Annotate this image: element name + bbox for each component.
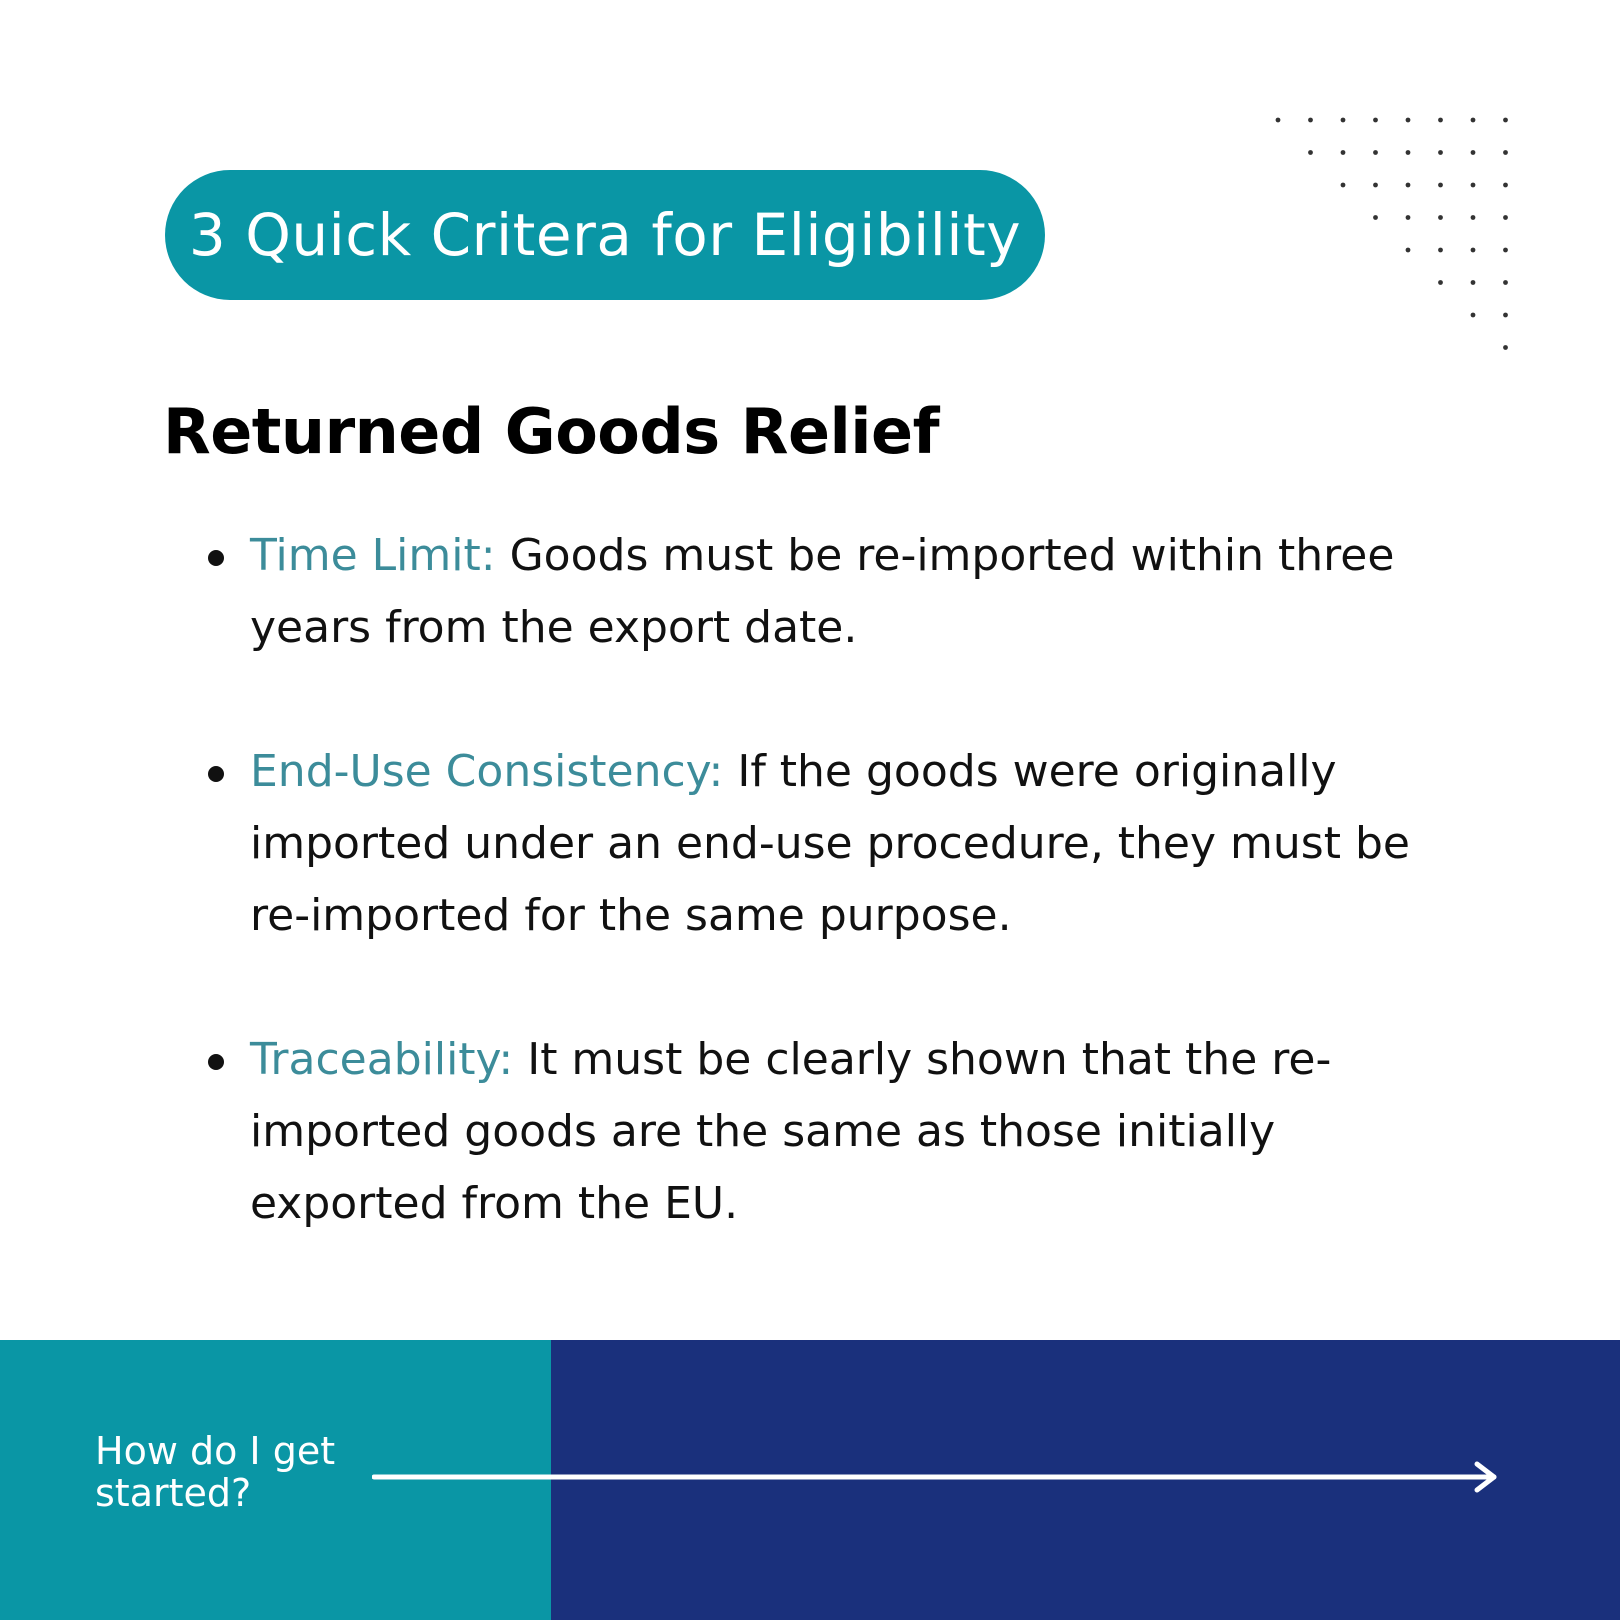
dot (1503, 312, 1508, 318)
dot (1340, 117, 1346, 123)
criteria-term: Traceability: (250, 1034, 514, 1085)
criteria-term: Time Limit: (250, 530, 496, 581)
dot (1503, 150, 1508, 155)
dot (1470, 182, 1476, 188)
criteria-item-traceability: Traceability: It must be clearly shown t… (208, 1024, 1410, 1240)
dot (1308, 117, 1313, 123)
dot (1503, 117, 1508, 123)
dot (1308, 150, 1313, 155)
cta-text[interactable]: How do I get started? (95, 1430, 355, 1514)
criteria-list: Time Limit: Goods must be re-imported wi… (208, 520, 1410, 1312)
dot (1470, 280, 1476, 285)
dot (1438, 247, 1443, 253)
dot (1438, 182, 1443, 188)
dot (1438, 150, 1443, 155)
dot (1373, 150, 1378, 155)
dot (1470, 312, 1476, 318)
dot-grid-icon (1275, 117, 1508, 350)
arrow-right-icon[interactable] (372, 1460, 1502, 1500)
dot (1470, 117, 1476, 123)
dot (1438, 215, 1443, 220)
dot (1470, 150, 1476, 155)
section-title: Returned Goods Relief (163, 395, 940, 468)
bullet-icon (208, 1054, 224, 1070)
dot (1503, 345, 1508, 350)
bullet-icon (208, 766, 224, 782)
criteria-item-time-limit: Time Limit: Goods must be re-imported wi… (208, 520, 1410, 664)
dot (1503, 215, 1508, 220)
dot (1503, 280, 1508, 285)
dot (1438, 117, 1443, 123)
dot (1275, 117, 1281, 123)
dot (1373, 182, 1378, 188)
title-badge-text: 3 Quick Critera for Eligibility (188, 201, 1022, 269)
dot (1503, 182, 1508, 188)
dot (1405, 247, 1411, 253)
dot (1438, 280, 1443, 285)
title-badge: 3 Quick Critera for Eligibility (165, 170, 1045, 300)
slide: 3 Quick Critera for Eligibility Returned… (0, 0, 1620, 1620)
dot (1405, 182, 1411, 188)
criteria-item-end-use: End-Use Consistency: If the goods were o… (208, 736, 1410, 952)
dot (1503, 247, 1508, 253)
dot (1405, 215, 1411, 220)
dot (1373, 215, 1378, 220)
dot (1470, 247, 1476, 253)
dot (1340, 150, 1346, 155)
criteria-term: End-Use Consistency: (250, 746, 724, 797)
dot (1373, 117, 1378, 123)
dot (1405, 150, 1411, 155)
dot (1340, 182, 1346, 188)
dot (1405, 117, 1411, 123)
bullet-icon (208, 550, 224, 566)
dot (1470, 215, 1476, 220)
